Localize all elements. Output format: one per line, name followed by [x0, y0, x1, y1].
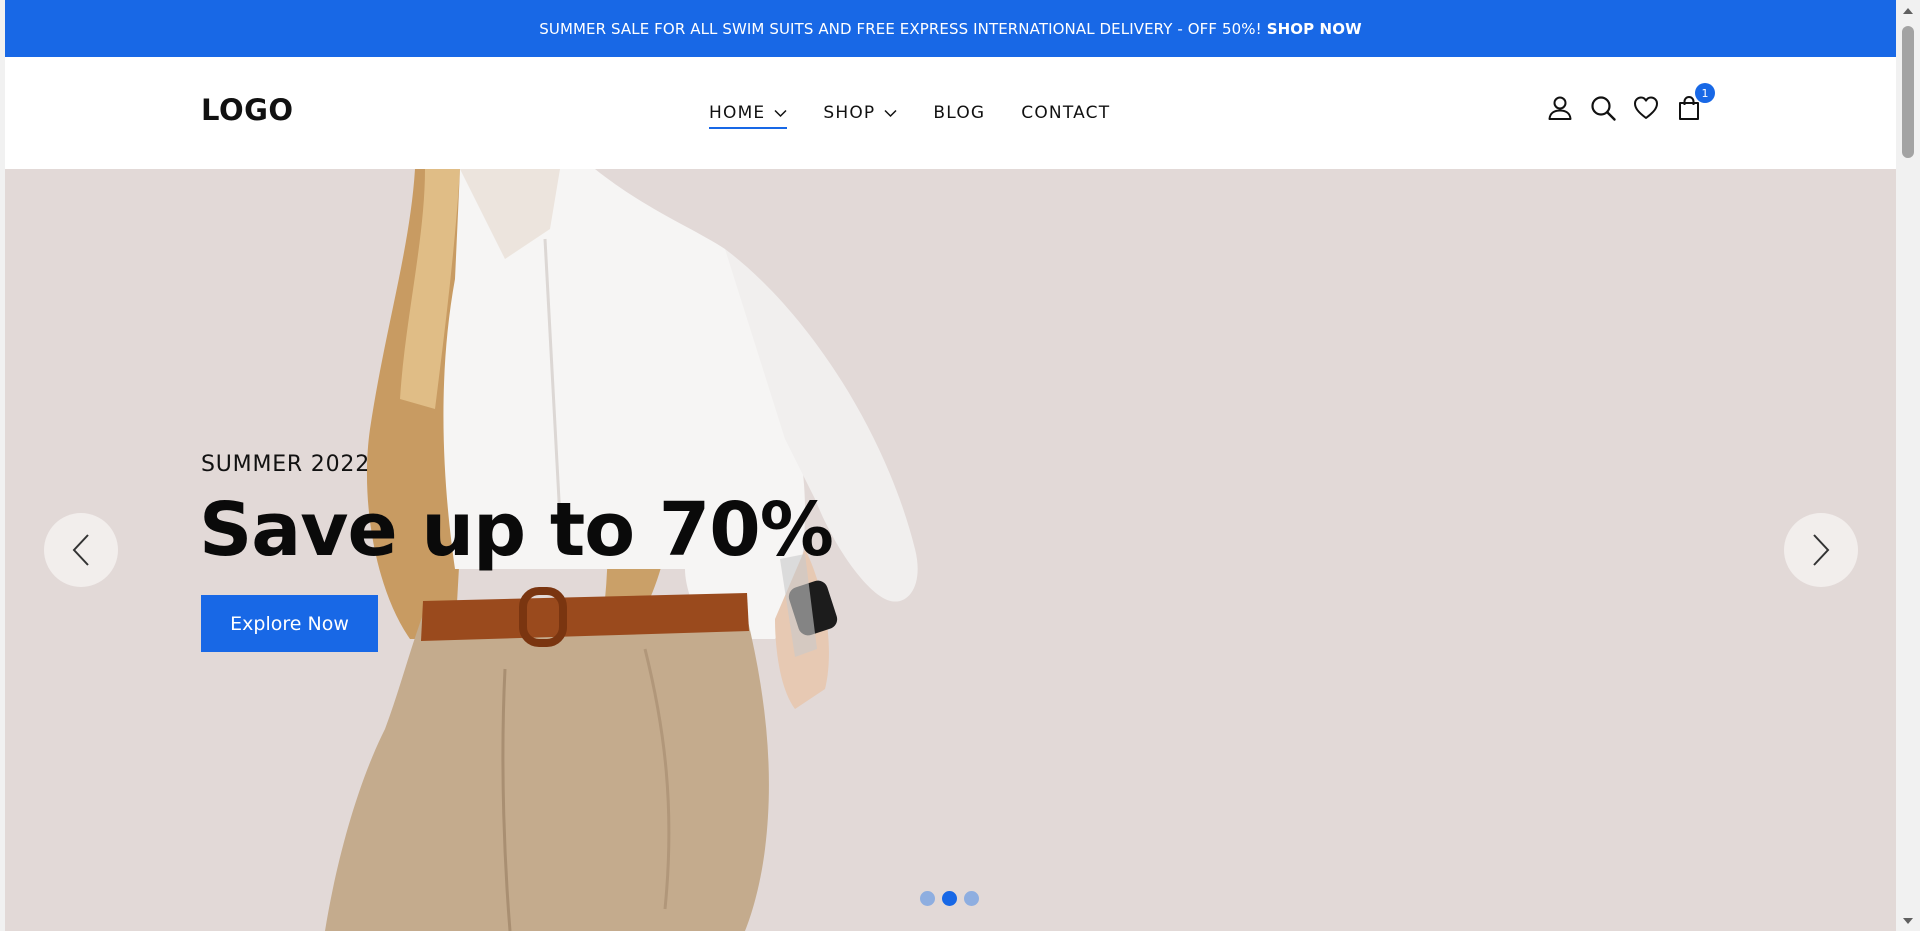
- chevron-down-icon: [774, 109, 787, 117]
- nav-item-label: BLOG: [933, 103, 986, 123]
- chevron-down-icon: [884, 109, 897, 117]
- chevron-right-icon: [1813, 534, 1830, 566]
- explore-now-button[interactable]: Explore Now: [201, 595, 378, 652]
- slider-next-button[interactable]: [1784, 513, 1858, 587]
- nav-item-label: SHOP: [823, 103, 876, 123]
- nav-item-label: CONTACT: [1021, 103, 1111, 123]
- nav-item-home[interactable]: HOME: [709, 98, 788, 129]
- hero-eyebrow: SUMMER 2022: [201, 452, 370, 477]
- nav-item-shop[interactable]: SHOP: [823, 98, 897, 128]
- nav-item-contact[interactable]: CONTACT: [1021, 98, 1110, 128]
- shop-now-link[interactable]: SHOP NOW: [1267, 20, 1362, 38]
- nav-item-blog[interactable]: BLOG: [933, 98, 985, 128]
- hero-headline: Save up to 70%: [199, 487, 834, 573]
- search-icon: [1591, 96, 1616, 121]
- cart-button[interactable]: 1: [1675, 83, 1715, 122]
- slider-pagination: [920, 891, 986, 906]
- heart-icon: [1634, 96, 1658, 119]
- hero-slider: SUMMER 2022 Save up to 70% Explore Now: [5, 169, 1896, 931]
- logo[interactable]: LOGO: [201, 93, 294, 127]
- slider-dot[interactable]: [964, 891, 979, 906]
- page-scrollbar[interactable]: [1896, 0, 1920, 931]
- user-icon: [1548, 96, 1572, 120]
- nav-item-label: HOME: [709, 103, 766, 123]
- search-button[interactable]: [1589, 94, 1617, 122]
- slider-dot-active[interactable]: [942, 891, 957, 906]
- page: SUMMER SALE FOR ALL SWIM SUITS AND FREE …: [5, 0, 1896, 931]
- announcement-bar: SUMMER SALE FOR ALL SWIM SUITS AND FREE …: [5, 0, 1896, 57]
- slider-prev-button[interactable]: [44, 513, 118, 587]
- announcement-message: SUMMER SALE FOR ALL SWIM SUITS AND FREE …: [539, 19, 1262, 38]
- scroll-up-arrow-icon[interactable]: [1896, 0, 1920, 20]
- scrollbar-thumb[interactable]: [1902, 26, 1914, 158]
- wishlist-button[interactable]: [1632, 94, 1660, 122]
- chevron-left-icon: [72, 534, 89, 566]
- cart-count-badge: 1: [1695, 83, 1715, 103]
- account-button[interactable]: [1546, 94, 1574, 122]
- slider-dot[interactable]: [920, 891, 935, 906]
- main-nav: HOME SHOP BLOG CONTACT: [709, 57, 1146, 169]
- site-header: LOGO HOME SHOP BLOG CONTACT 1: [5, 57, 1896, 170]
- header-actions: 1: [1546, 83, 1718, 122]
- scroll-down-arrow-icon[interactable]: [1896, 911, 1920, 931]
